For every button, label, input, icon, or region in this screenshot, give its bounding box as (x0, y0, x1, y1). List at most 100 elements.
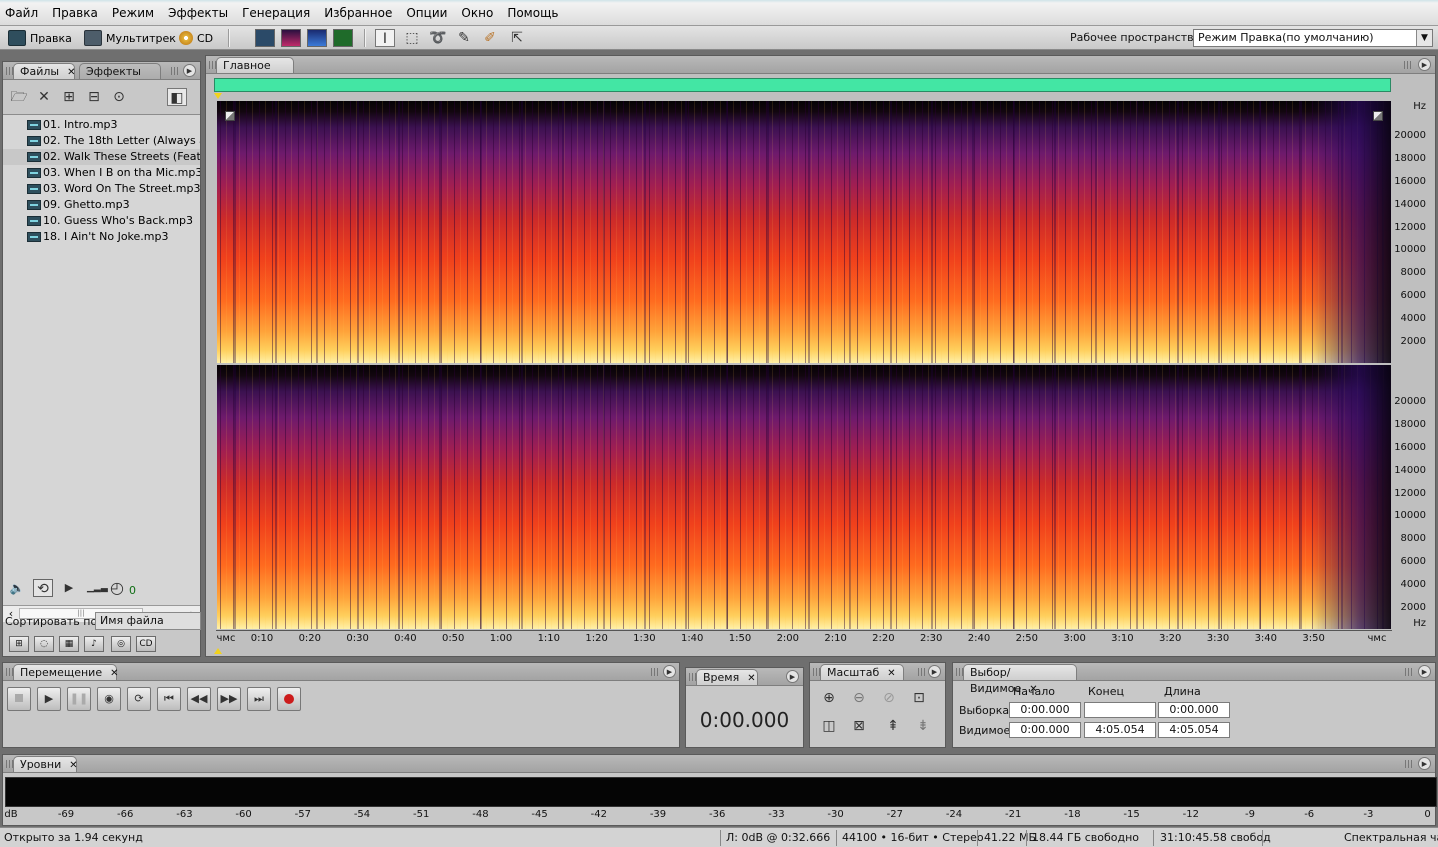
spectral-frequency-button[interactable] (281, 29, 301, 47)
zoom-out-full-icon[interactable]: ⊘ (878, 687, 900, 709)
tab-effects[interactable]: Эффекты (79, 63, 161, 79)
overview-bar[interactable] (214, 78, 1391, 92)
tab-main[interactable]: Главное (216, 57, 294, 73)
stop-button[interactable] (7, 687, 31, 711)
file-filter-icon[interactable]: ◧ (167, 88, 187, 106)
go-to-end-button[interactable]: ⏭ (247, 687, 271, 711)
tab-time[interactable]: Время ✕ (696, 669, 758, 685)
panel-grip-icon[interactable] (6, 67, 13, 75)
autoplay-icon[interactable]: ⊞ (9, 636, 29, 652)
selection-end-field[interactable] (1084, 702, 1156, 718)
show-cd-icon[interactable]: CD (136, 636, 156, 652)
volume-knob-icon[interactable]: ◴ (107, 579, 127, 597)
close-icon[interactable]: ✕ (110, 668, 118, 679)
menu-edit[interactable]: Правка (45, 0, 105, 26)
zoom-out-horizontal-icon[interactable]: ⊖ (848, 687, 870, 709)
menu-file[interactable]: Файл (0, 0, 45, 26)
file-list-item[interactable]: 03. When I B on tha Mic.mp3 (3, 165, 200, 181)
panel-grip-icon[interactable] (918, 668, 925, 676)
selection-length-field[interactable]: 0:00.000 (1158, 702, 1230, 718)
menu-view[interactable]: Режим (105, 0, 161, 26)
view-start-field[interactable]: 0:00.000 (1009, 722, 1081, 738)
panel-menu-icon[interactable]: ▶ (183, 64, 196, 77)
zoom-in-horizontal-icon[interactable]: ⊕ (818, 687, 840, 709)
filter-icon[interactable]: ◎ (111, 636, 131, 652)
pause-button[interactable]: ❚❚ (67, 687, 91, 711)
close-icon[interactable]: ✕ (887, 668, 895, 679)
edit-view-button[interactable]: Правка (8, 28, 72, 48)
file-list-item[interactable]: 18. I Ain't No Joke.mp3 (3, 229, 200, 245)
panel-menu-icon[interactable]: ▶ (663, 665, 676, 678)
play-icon[interactable]: ▶ (59, 579, 79, 597)
insert-into-cd-icon[interactable]: ⊟ (84, 88, 104, 106)
spectral-channel-right[interactable] (217, 365, 1391, 629)
show-files-icon[interactable]: ▦ (59, 636, 79, 652)
panel-grip-icon[interactable] (209, 61, 216, 69)
menu-window[interactable]: Окно (454, 0, 500, 26)
waveform-display-button[interactable] (255, 29, 275, 47)
spectral-channel-left[interactable] (217, 101, 1391, 363)
go-to-start-button[interactable]: ⏮ (157, 687, 181, 711)
selection-start-field[interactable]: 0:00.000 (1009, 702, 1081, 718)
speaker-icon[interactable]: 🔈 (7, 579, 27, 597)
menu-generate[interactable]: Генерация (235, 0, 317, 26)
view-end-field[interactable]: 4:05.054 (1084, 722, 1156, 738)
close-icon[interactable]: ✕ (67, 67, 75, 78)
menu-favorites[interactable]: Избранное (317, 0, 399, 26)
time-selection-tool-icon[interactable]: I (375, 29, 395, 47)
zoom-left-edge-icon[interactable]: ◫ (818, 715, 840, 737)
panel-grip-icon[interactable] (956, 668, 963, 676)
file-list-item[interactable]: 03. Word On The Street.mp3 (3, 181, 200, 197)
menu-help[interactable]: Помощь (500, 0, 565, 26)
workspace-select[interactable]: Режим Правка(по умолчанию) ▼ (1193, 29, 1433, 47)
panel-grip-icon[interactable] (1404, 61, 1411, 69)
rewind-button[interactable]: ◀◀ (187, 687, 211, 711)
loop-preview-icon[interactable]: ◌ (34, 636, 54, 652)
fast-forward-button[interactable]: ▶▶ (217, 687, 241, 711)
menu-options[interactable]: Опции (399, 0, 454, 26)
tab-levels[interactable]: Уровни ✕ (13, 756, 78, 772)
panel-grip-icon[interactable] (651, 668, 658, 676)
file-list-item[interactable]: 10. Guess Who's Back.mp3 (3, 213, 200, 229)
insert-into-multitrack-icon[interactable]: ⊞ (59, 88, 79, 106)
edit-file-icon[interactable]: ⊙ (109, 88, 129, 106)
zoom-out-vertical-icon[interactable]: ⇟ (912, 715, 934, 737)
panel-grip-icon[interactable] (1405, 760, 1412, 768)
cd-view-button[interactable]: CD (179, 28, 213, 48)
close-icon[interactable]: ✕ (747, 673, 755, 684)
open-file-icon[interactable]: 🗁 (9, 88, 29, 106)
playhead-bottom-marker[interactable] (214, 648, 222, 654)
brush-tool-icon[interactable]: ✎ (454, 29, 474, 47)
menu-effects[interactable]: Эффекты (161, 0, 235, 26)
show-audio-icon[interactable]: ♪ (84, 636, 104, 652)
tab-transport[interactable]: Перемещение ✕ (13, 664, 118, 680)
loop-icon[interactable]: ⟲ (33, 579, 53, 597)
spot-healing-tool-icon[interactable]: ✐ (480, 29, 500, 47)
lasso-tool-icon[interactable]: ➰ (428, 29, 448, 47)
close-icon[interactable]: ✕ (69, 760, 77, 771)
tab-zoom[interactable]: Масштаб ✕ (820, 664, 904, 680)
panel-menu-icon[interactable]: ▶ (786, 670, 799, 683)
record-button[interactable] (277, 687, 301, 711)
panel-grip-icon[interactable] (171, 67, 178, 75)
playhead-top-marker[interactable] (214, 93, 222, 99)
scrub-tool-icon[interactable]: ⇱ (507, 29, 527, 47)
panel-grip-icon[interactable] (1405, 668, 1412, 676)
panel-grip-icon[interactable] (813, 668, 820, 676)
panel-grip-icon[interactable] (6, 760, 13, 768)
panel-grip-icon[interactable] (6, 668, 13, 676)
zoom-handle-icon[interactable] (225, 111, 235, 121)
zoom-in-vertical-icon[interactable]: ⇞ (882, 715, 904, 737)
file-list-item[interactable]: 01. Intro.mp3 (3, 117, 200, 133)
file-list-item[interactable]: 02. The 18th Letter (Always and (3, 133, 200, 149)
chevron-down-icon[interactable]: ▼ (1416, 30, 1432, 46)
zoom-right-edge-icon[interactable]: ⊠ (848, 715, 870, 737)
play-button[interactable]: ▶ (37, 687, 61, 711)
close-file-icon[interactable]: ✕ (34, 88, 54, 106)
file-list-item[interactable]: 09. Ghetto.mp3 (3, 197, 200, 213)
file-list-item[interactable]: 02. Walk These Streets (Feat. M (3, 149, 200, 165)
sort-select[interactable]: Имя файла (95, 612, 201, 630)
panel-grip-icon[interactable] (689, 673, 696, 681)
loop-play-button[interactable]: ⟳ (127, 687, 151, 711)
panel-menu-icon[interactable]: ▶ (1418, 757, 1431, 770)
